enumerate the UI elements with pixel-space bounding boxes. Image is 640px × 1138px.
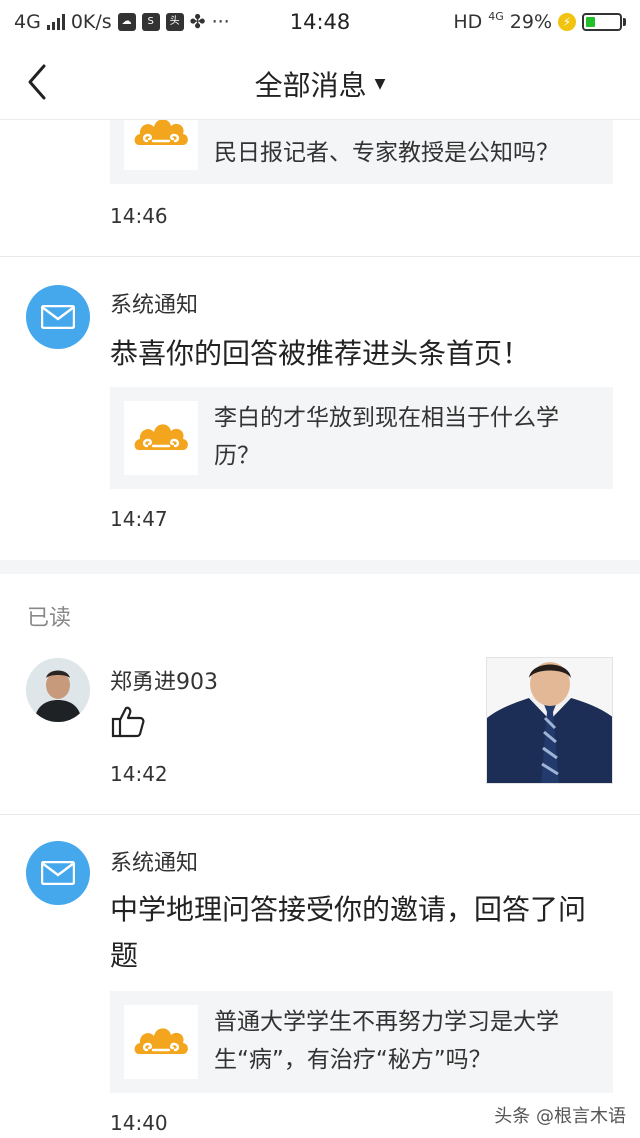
toutiao-logo-thumb (124, 1005, 198, 1079)
sender-name[interactable]: 系统通知 (110, 287, 198, 319)
battery-percent: 29% (509, 11, 552, 33)
cloud-logo-icon (134, 424, 188, 450)
mail-icon (41, 305, 75, 329)
user-avatar[interactable] (26, 658, 90, 722)
network-label: 4G (14, 11, 41, 33)
message-text: 恭喜你的回答被推荐进头条首页！ (110, 337, 531, 370)
watermark: 头条 @根言木语 (494, 1106, 626, 1127)
message-text: 中学地理问答接受你的邀请，回答了问题 (110, 893, 587, 972)
system-avatar (26, 285, 90, 349)
cloud-logo-icon (134, 120, 188, 145)
page-title: 全部消息 (254, 69, 367, 102)
mail-icon (41, 861, 75, 885)
toutiao-logo-thumb (124, 401, 198, 475)
person-photo (26, 658, 90, 722)
battery-icon (582, 13, 626, 31)
network-right-label: 4G (488, 9, 504, 23)
cloud-logo-icon (134, 1028, 188, 1054)
status-bar: 4G 0K/s ☁ S 头 ✤ ··· HD 4G 29% ⚡ (0, 0, 640, 44)
sender-name[interactable]: 郑勇进903 (110, 664, 218, 696)
signal-icon (46, 14, 65, 30)
thumbnail-photo (487, 658, 612, 783)
more-icon: ··· (211, 11, 230, 33)
message-time: 14:46 (110, 204, 168, 228)
toutiao-icon: 头 (165, 13, 184, 31)
thumbs-up-icon (110, 704, 146, 744)
message-item[interactable]: 郑勇进903 14:42 (0, 640, 640, 814)
speed-label: 0K/s (70, 11, 112, 33)
hd-label: HD (453, 11, 483, 33)
cloud-icon: ☁ (117, 13, 136, 31)
message-time: 14:47 (110, 507, 168, 531)
message-time: 14:42 (110, 762, 168, 786)
message-item[interactable]: 民日报记者、专家教授是公知吗？ 14:46 (0, 120, 640, 256)
quoted-question[interactable]: 民日报记者、专家教授是公知吗？ (110, 120, 613, 184)
toutiao-logo-thumb (124, 120, 198, 170)
system-avatar (26, 841, 90, 905)
fan-icon: ✤ (189, 11, 206, 33)
quoted-question-text: 李白的才华放到现在相当于什么学历？ (214, 405, 559, 469)
message-list[interactable]: 民日报记者、专家教授是公知吗？ 14:46 系统通知 恭喜你的回答被推荐进头条首… (0, 120, 640, 1138)
nav-title-dropdown[interactable]: 全部消息 ▼ (0, 64, 640, 104)
liked-content-thumbnail[interactable] (486, 657, 613, 784)
status-left: 4G 0K/s ☁ S 头 ✤ ··· (14, 11, 230, 33)
read-section-label: 已读 (27, 606, 72, 631)
sender-name[interactable]: 系统通知 (110, 845, 198, 877)
quoted-question[interactable]: 李白的才华放到现在相当于什么学历？ (110, 387, 613, 489)
section-gap (0, 560, 640, 574)
message-item[interactable]: 系统通知 恭喜你的回答被推荐进头条首页！ 李白的才华放到现在相当于什么学历？ 1… (0, 257, 640, 559)
status-right: HD 4G 29% ⚡ (453, 9, 626, 33)
charging-icon: ⚡ (558, 13, 576, 31)
quoted-question[interactable]: 普通大学学生不再努力学习是大学生“病”，有治疗“秘方”吗？ (110, 991, 613, 1093)
message-time: 14:40 (110, 1111, 168, 1135)
nav-bar: 全部消息 ▼ (0, 44, 640, 120)
caret-down-icon: ▼ (374, 76, 386, 92)
app-s-icon: S (141, 13, 160, 31)
quoted-question-text: 民日报记者、专家教授是公知吗？ (214, 140, 559, 166)
message-item[interactable]: 系统通知 中学地理问答接受你的邀请，回答了问题 普通大学学生不再努力学习是大学生… (0, 815, 640, 1138)
quoted-question-text: 普通大学学生不再努力学习是大学生“病”，有治疗“秘方”吗？ (214, 1009, 559, 1073)
